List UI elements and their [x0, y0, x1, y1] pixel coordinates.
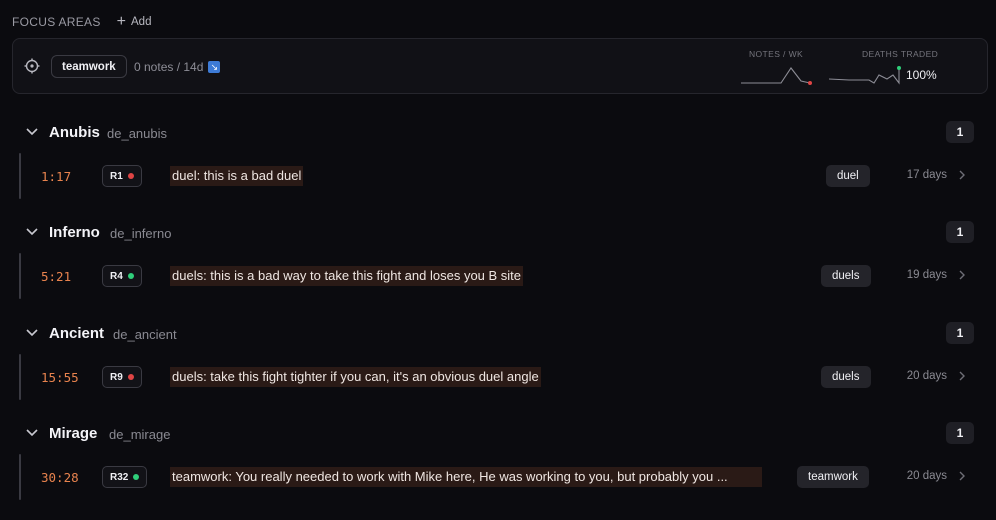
note-row[interactable]: 30:28 R32 teamwork: You really needed to… [19, 454, 976, 500]
note-timestamp: 5:21 [41, 269, 72, 284]
note-count-badge: 1 [946, 322, 974, 344]
map-group-header[interactable]: Anubis de_anubis 1 [12, 121, 988, 145]
note-count-badge: 1 [946, 121, 974, 143]
target-icon [24, 58, 40, 74]
note-text: duels: take this fight tighter if you ca… [170, 367, 541, 387]
note-text: duels: this is a bad way to take this fi… [170, 266, 524, 286]
notes-summary-text: 0 notes / 14d [134, 60, 204, 74]
map-name: Mirage [49, 425, 98, 442]
section-title: FOCUS AREAS [12, 15, 101, 29]
round-chip: R4 [102, 265, 142, 287]
map-group-mirage: Mirage de_mirage 1 30:28 R32 teamwork: Y… [12, 422, 988, 500]
round-chip: R32 [102, 466, 148, 488]
deaths-traded-value: 100% [906, 68, 937, 82]
add-focus-area-button[interactable]: + Add [117, 14, 152, 30]
note-row[interactable]: 1:17 R1 duel: this is a bad duel duel 17… [19, 153, 976, 199]
map-code: de_mirage [109, 427, 171, 442]
note-timestamp: 30:28 [41, 470, 79, 485]
chevron-down-icon[interactable] [25, 125, 39, 139]
sparkline-endpoint [808, 81, 812, 85]
row-rail [19, 153, 21, 199]
chevron-down-icon[interactable] [25, 326, 39, 340]
note-timestamp: 1:17 [41, 169, 72, 184]
note-count-badge: 1 [946, 422, 974, 444]
row-rail [19, 454, 21, 500]
note-age: 19 days [906, 269, 947, 281]
chevron-right-icon[interactable] [956, 269, 968, 281]
note-timestamp: 15:55 [41, 370, 79, 385]
focus-area-card[interactable]: teamwork 0 notes / 14d ↘ NOTES / WK DEAT… [12, 38, 988, 94]
map-group-ancient: Ancient de_ancient 1 15:55 R9 duels: tak… [12, 322, 988, 400]
chevron-down-icon[interactable] [25, 225, 39, 239]
map-group-header[interactable]: Inferno de_inferno 1 [12, 221, 988, 245]
deaths-traded-sparkline [829, 66, 901, 85]
notes-per-week-sparkline [741, 67, 812, 85]
chevron-right-icon[interactable] [956, 470, 968, 482]
row-rail [19, 253, 21, 299]
note-count-badge: 1 [946, 221, 974, 243]
note-type-chip[interactable]: duels [821, 366, 871, 388]
map-name: Ancient [49, 325, 105, 342]
round-chip: R1 [102, 165, 142, 187]
round-label: R1 [110, 170, 123, 182]
round-label: R9 [110, 371, 123, 383]
note-row[interactable]: 5:21 R4 duels: this is a bad way to take… [19, 253, 976, 299]
notes-summary: 0 notes / 14d ↘ [134, 60, 221, 74]
note-age: 20 days [906, 470, 947, 482]
note-text: duel: this is a bad duel [170, 166, 304, 186]
note-age: 20 days [906, 370, 947, 382]
round-label: R4 [110, 270, 123, 282]
map-code: de_inferno [110, 226, 172, 241]
status-dot-green [127, 273, 134, 279]
deaths-traded-label: DEATHS TRADED [862, 49, 939, 59]
map-group-inferno: Inferno de_inferno 1 5:21 R4 duels: this… [12, 221, 988, 299]
chevron-right-icon[interactable] [956, 370, 968, 382]
chevron-down-icon[interactable] [25, 426, 39, 440]
note-text: teamwork: You really needed to work with… [170, 467, 762, 487]
note-age: 17 days [906, 169, 947, 181]
row-rail [19, 354, 21, 400]
status-dot-red [127, 374, 134, 380]
trend-down-icon: ↘ [208, 61, 221, 73]
chevron-right-icon[interactable] [956, 169, 968, 181]
note-type-chip[interactable]: teamwork [797, 466, 869, 488]
note-type-chip[interactable]: duel [826, 165, 870, 187]
focus-areas-header: FOCUS AREAS + Add [12, 14, 151, 30]
map-code: de_anubis [107, 126, 167, 141]
map-group-header[interactable]: Ancient de_ancient 1 [12, 322, 988, 346]
map-code: de_ancient [113, 327, 177, 342]
note-row[interactable]: 15:55 R9 duels: take this fight tighter … [19, 354, 976, 400]
note-type-chip[interactable]: duels [821, 265, 871, 287]
round-chip: R9 [102, 366, 142, 388]
add-label: Add [131, 16, 152, 28]
status-dot-red [127, 173, 134, 179]
status-dot-green [133, 474, 140, 480]
map-name: Anubis [49, 124, 100, 141]
map-name: Inferno [49, 224, 100, 241]
map-group-anubis: Anubis de_anubis 1 1:17 R1 duel: this is… [12, 121, 988, 199]
round-label: R32 [110, 471, 129, 483]
sparkline-endpoint [897, 66, 901, 70]
map-group-header[interactable]: Mirage de_mirage 1 [12, 422, 988, 446]
focus-tag-chip[interactable]: teamwork [51, 55, 127, 78]
plus-icon: + [116, 13, 126, 30]
notes-per-week-label: NOTES / WK [749, 49, 804, 59]
